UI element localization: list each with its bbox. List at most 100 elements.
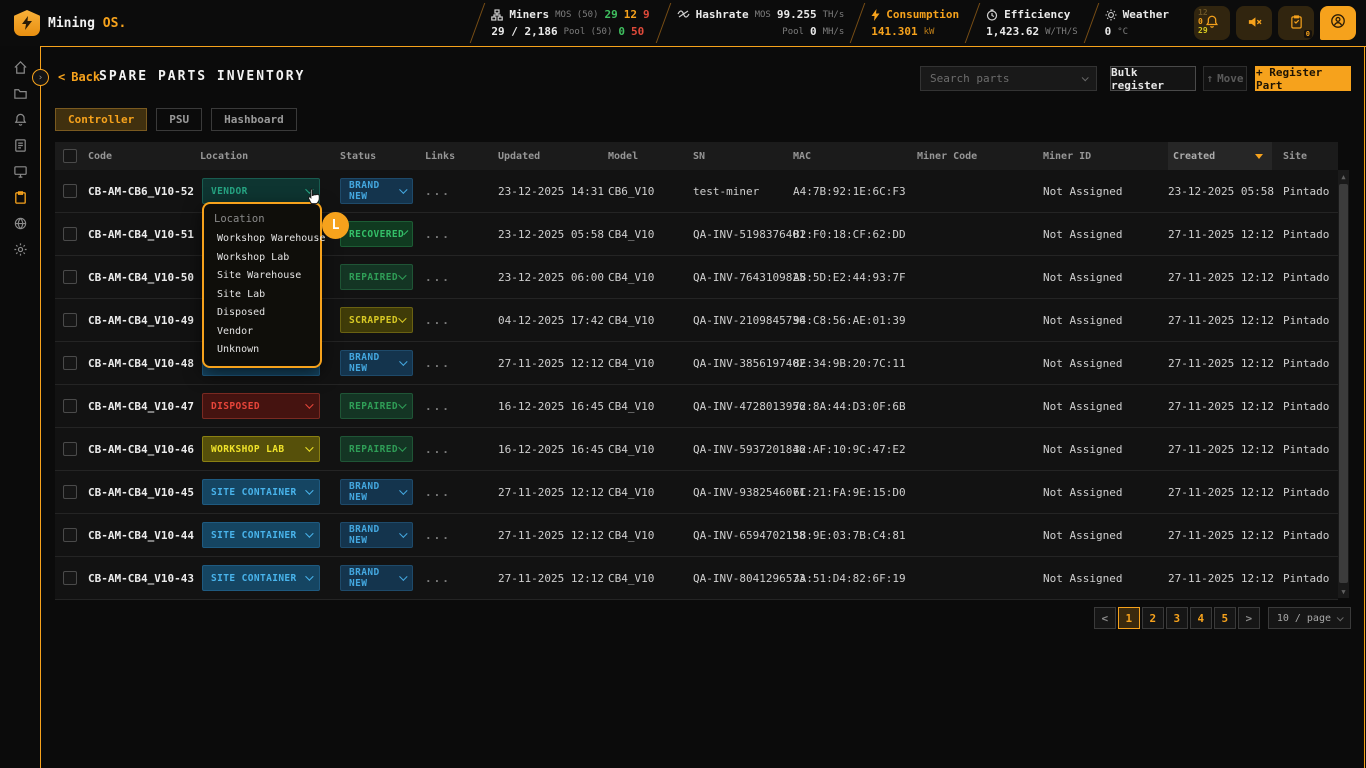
tab-hashboard[interactable]: Hashboard	[211, 108, 297, 131]
status-select[interactable]: REPAIRED	[340, 436, 413, 462]
network-globe-icon[interactable]	[12, 215, 28, 231]
row-links-button[interactable]: ...	[425, 443, 498, 456]
scrollbar-thumb[interactable]	[1339, 184, 1348, 583]
select-all-checkbox[interactable]	[63, 149, 77, 163]
row-checkbox[interactable]	[63, 184, 77, 198]
row-links-button[interactable]: ...	[425, 486, 498, 499]
page-next-button[interactable]: >	[1238, 607, 1260, 629]
row-checkbox[interactable]	[63, 270, 77, 284]
row-checkbox[interactable]	[63, 313, 77, 327]
status-select[interactable]: BRAND NEW	[340, 565, 413, 591]
row-checkbox[interactable]	[63, 571, 77, 585]
page-4-button[interactable]: 4	[1190, 607, 1212, 629]
status-select[interactable]: RECOVERED	[340, 221, 413, 247]
page-prev-button[interactable]: <	[1094, 607, 1116, 629]
stat-efficiency[interactable]: Efficiency 1,423.62 W/TH/S	[973, 0, 1091, 46]
sidebar-expand-button[interactable]: ›	[32, 69, 49, 86]
stat-hashrate[interactable]: Hashrate MOS 99.255 TH/s Pool 0 MH/s	[664, 0, 858, 46]
row-checkbox[interactable]	[63, 442, 77, 456]
row-links-button[interactable]: ...	[425, 185, 498, 198]
scroll-down-icon[interactable]: ▼	[1338, 585, 1349, 598]
column-header-updated[interactable]: Updated	[498, 151, 608, 162]
cell-sn: QA-INV-3856197402	[693, 357, 793, 370]
settings-gear-icon[interactable]	[12, 241, 28, 257]
row-links-button[interactable]: ...	[425, 314, 498, 327]
cell-status: REPAIRED	[340, 264, 425, 290]
page-1-button[interactable]: 1	[1118, 607, 1140, 629]
status-select[interactable]: BRAND NEW	[340, 178, 413, 204]
status-select[interactable]: REPAIRED	[340, 393, 413, 419]
location-option-site-warehouse[interactable]: Site Warehouse	[204, 267, 320, 286]
row-links-button[interactable]: ...	[425, 529, 498, 542]
column-header-location[interactable]: Location	[200, 151, 340, 162]
location-select[interactable]: SITE CONTAINER	[202, 479, 320, 505]
scroll-up-icon[interactable]: ▲	[1338, 170, 1349, 183]
location-option-disposed[interactable]: Disposed	[204, 304, 320, 323]
logs-document-icon[interactable]	[12, 137, 28, 153]
mute-button[interactable]	[1236, 6, 1272, 40]
page-5-button[interactable]: 5	[1214, 607, 1236, 629]
notifications-button[interactable]: 12 0 29	[1194, 6, 1230, 40]
location-select[interactable]: VENDOR	[202, 178, 320, 204]
row-links-button[interactable]: ...	[425, 400, 498, 413]
row-checkbox[interactable]	[63, 485, 77, 499]
location-option-workshop-warehouse[interactable]: Workshop Warehouse	[204, 230, 320, 249]
row-checkbox[interactable]	[63, 356, 77, 370]
row-links-button[interactable]: ...	[425, 271, 498, 284]
tab-controller[interactable]: Controller	[55, 108, 147, 131]
column-header-links[interactable]: Links	[425, 151, 498, 162]
column-header-mac[interactable]: MAC	[793, 151, 917, 162]
column-header-code[interactable]: Code	[88, 151, 200, 162]
location-option-vendor[interactable]: Vendor	[204, 323, 320, 342]
location-select[interactable]: SITE CONTAINER	[202, 522, 320, 548]
row-links-button[interactable]: ...	[425, 228, 498, 241]
stat-weather[interactable]: Weather 0 °C	[1092, 0, 1182, 46]
location-option-site-lab[interactable]: Site Lab	[204, 286, 320, 305]
page-3-button[interactable]: 3	[1166, 607, 1188, 629]
inventory-clipboard-icon[interactable]	[12, 189, 28, 205]
status-select[interactable]: SCRAPPED	[340, 307, 413, 333]
column-header-model[interactable]: Model	[608, 151, 693, 162]
alerts-bell-icon[interactable]	[12, 111, 28, 127]
register-part-button[interactable]: + Register Part	[1255, 66, 1351, 91]
location-select[interactable]: SITE CONTAINER	[202, 565, 320, 591]
folder-icon[interactable]	[12, 85, 28, 101]
cell-updated: 27-11-2025 12:12	[498, 572, 608, 585]
bulk-register-button[interactable]: Bulk register	[1110, 66, 1196, 91]
column-header-created[interactable]: Created	[1168, 142, 1272, 170]
page-2-button[interactable]: 2	[1142, 607, 1164, 629]
column-header-sn[interactable]: SN	[693, 151, 793, 162]
row-checkbox[interactable]	[63, 399, 77, 413]
status-select[interactable]: BRAND NEW	[340, 479, 413, 505]
chevron-down-icon	[399, 530, 407, 538]
status-select[interactable]: BRAND NEW	[340, 522, 413, 548]
column-header-miner-id[interactable]: Miner ID	[1043, 151, 1168, 162]
status-select[interactable]: BRAND NEW	[340, 350, 413, 376]
back-button[interactable]: < Back	[58, 70, 100, 84]
monitor-icon[interactable]	[12, 163, 28, 179]
page-size-select[interactable]: 10 / page	[1268, 607, 1351, 629]
location-option-unknown[interactable]: Unknown	[204, 341, 320, 360]
location-option-workshop-lab[interactable]: Workshop Lab	[204, 249, 320, 268]
row-checkbox[interactable]	[63, 528, 77, 542]
row-links-button[interactable]: ...	[425, 357, 498, 370]
search-parts-input[interactable]: Search parts	[920, 66, 1097, 91]
table-scrollbar[interactable]: ▲ ▼	[1338, 170, 1349, 598]
location-select[interactable]: WORKSHOP LAB	[202, 436, 320, 462]
home-icon[interactable]	[12, 59, 28, 75]
table-row: CB-AM-CB4_V10-47DISPOSEDREPAIRED...16-12…	[55, 385, 1338, 428]
move-button[interactable]: ↑ Move	[1203, 66, 1247, 91]
location-select[interactable]: DISPOSED	[202, 393, 320, 419]
column-header-miner-code[interactable]: Miner Code	[917, 151, 1043, 162]
row-links-button[interactable]: ...	[425, 572, 498, 585]
row-checkbox[interactable]	[63, 227, 77, 241]
cell-updated: 16-12-2025 16:45	[498, 443, 608, 456]
stat-consumption[interactable]: Consumption 141.301 kW	[858, 0, 972, 46]
account-button[interactable]	[1320, 6, 1356, 40]
status-select[interactable]: REPAIRED	[340, 264, 413, 290]
reports-button[interactable]: 0	[1278, 6, 1314, 40]
column-header-status[interactable]: Status	[340, 151, 425, 162]
column-header-site[interactable]: Site	[1272, 151, 1338, 162]
stat-miners[interactable]: Miners MOS (50) 29 12 9 29 / 2,186 Pool …	[478, 0, 662, 46]
tab-psu[interactable]: PSU	[156, 108, 202, 131]
